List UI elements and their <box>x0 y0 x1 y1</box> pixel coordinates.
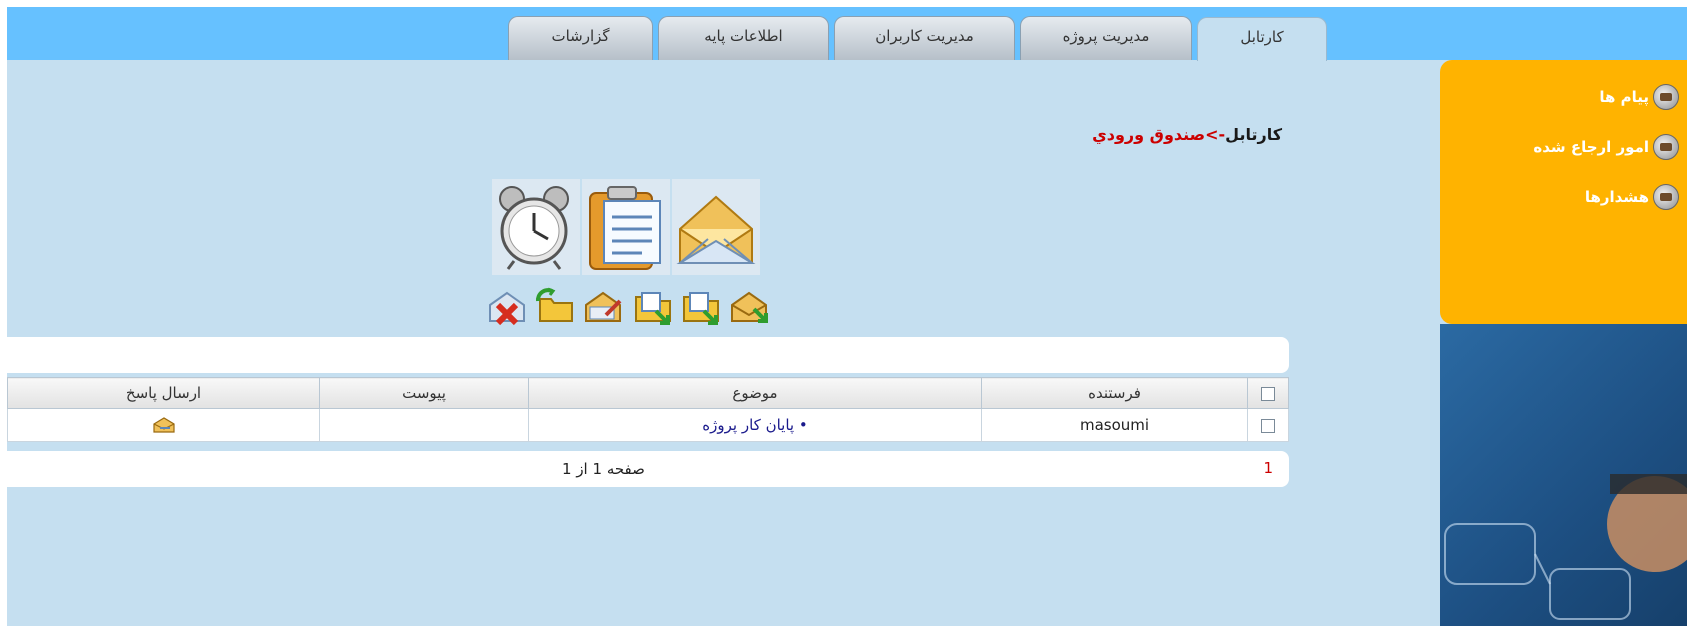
envelope-open-icon[interactable] <box>672 179 760 275</box>
app-frame: کارتابل مدیریت پروژه مدیریت کاربران اطلا… <box>7 7 1687 626</box>
subject-link[interactable]: پایان کار پروژه <box>702 416 794 434</box>
row-checkbox[interactable] <box>1261 418 1275 433</box>
select-all-cell <box>1247 377 1289 409</box>
column-header-subject[interactable]: موضوع <box>528 377 982 409</box>
sidebar-item-label: پیام ها <box>1599 88 1649 106</box>
reply-icon[interactable] <box>152 416 176 434</box>
breadcrumb: کارتابل->صندوق ورودي <box>1092 125 1282 144</box>
sidebar-background-image <box>1440 324 1687 626</box>
sidebar-item-label: امور ارجاع شده <box>1533 138 1649 156</box>
alarm-clock-icon[interactable] <box>492 179 580 275</box>
inbox-table: فرستنده موضوع پیوست ارسال پاسخ masoumi •… <box>7 377 1289 442</box>
column-header-sender[interactable]: فرستنده <box>981 377 1248 409</box>
column-header-reply[interactable]: ارسال پاسخ <box>7 377 320 409</box>
tab-kartabl[interactable]: کارتابل <box>1197 17 1327 61</box>
sidebar-item-referred[interactable]: امور ارجاع شده <box>1533 132 1679 162</box>
receive-mail-icon[interactable] <box>728 285 770 327</box>
top-nav-bar: کارتابل مدیریت پروژه مدیریت کاربران اطلا… <box>7 7 1687 61</box>
table-header-row: فرستنده موضوع پیوست ارسال پاسخ <box>7 377 1289 409</box>
table-row: masoumi • پایان کار پروژه <box>7 408 1289 442</box>
breadcrumb-root[interactable]: کارتابل <box>1225 125 1282 144</box>
sidebar-item-messages[interactable]: پیام ها <box>1599 82 1679 112</box>
tab-user-management[interactable]: مدیریت کاربران <box>834 16 1015 60</box>
page-number-link[interactable]: 1 <box>1263 459 1273 477</box>
sender-cell: masoumi <box>981 408 1248 442</box>
sidebar-bullet-icon <box>1653 134 1679 160</box>
column-header-attachment[interactable]: پیوست <box>319 377 529 409</box>
filter-bar <box>7 337 1289 373</box>
bullet-icon: • <box>798 416 808 434</box>
breadcrumb-separator: -> <box>1205 125 1226 144</box>
page-summary: صفحه 1 از 1 <box>562 460 645 478</box>
edit-mail-icon[interactable] <box>582 285 624 327</box>
refresh-folder-icon[interactable] <box>534 285 576 327</box>
breadcrumb-current: صندوق ورودي <box>1092 125 1206 144</box>
sidebar-menu: پیام ها امور ارجاع شده هشدارها <box>1440 60 1687 324</box>
secondary-toolbar <box>482 285 782 329</box>
move-folder-icon[interactable] <box>680 285 722 327</box>
reply-cell <box>7 408 320 442</box>
pagination-bar: 1 صفحه 1 از 1 <box>7 451 1289 487</box>
tab-reports[interactable]: گزارشات <box>508 16 653 60</box>
sidebar-item-alerts[interactable]: هشدارها <box>1585 182 1679 212</box>
sidebar-bullet-icon <box>1653 84 1679 110</box>
main-toolbar <box>490 179 770 279</box>
clipboard-icon[interactable] <box>582 179 670 275</box>
person-illustration <box>1444 474 1687 620</box>
move-folder-alt-icon[interactable] <box>632 285 674 327</box>
sidebar-item-label: هشدارها <box>1584 188 1649 206</box>
tab-project-management[interactable]: مدیریت پروژه <box>1020 16 1192 60</box>
select-all-checkbox[interactable] <box>1261 386 1275 401</box>
delete-mail-icon[interactable] <box>486 285 528 327</box>
subject-cell: • پایان کار پروژه <box>528 408 982 442</box>
row-select-cell <box>1247 408 1289 442</box>
tab-base-info[interactable]: اطلاعات پایه <box>658 16 829 60</box>
sidebar-bullet-icon <box>1653 184 1679 210</box>
attachment-cell <box>319 408 529 442</box>
